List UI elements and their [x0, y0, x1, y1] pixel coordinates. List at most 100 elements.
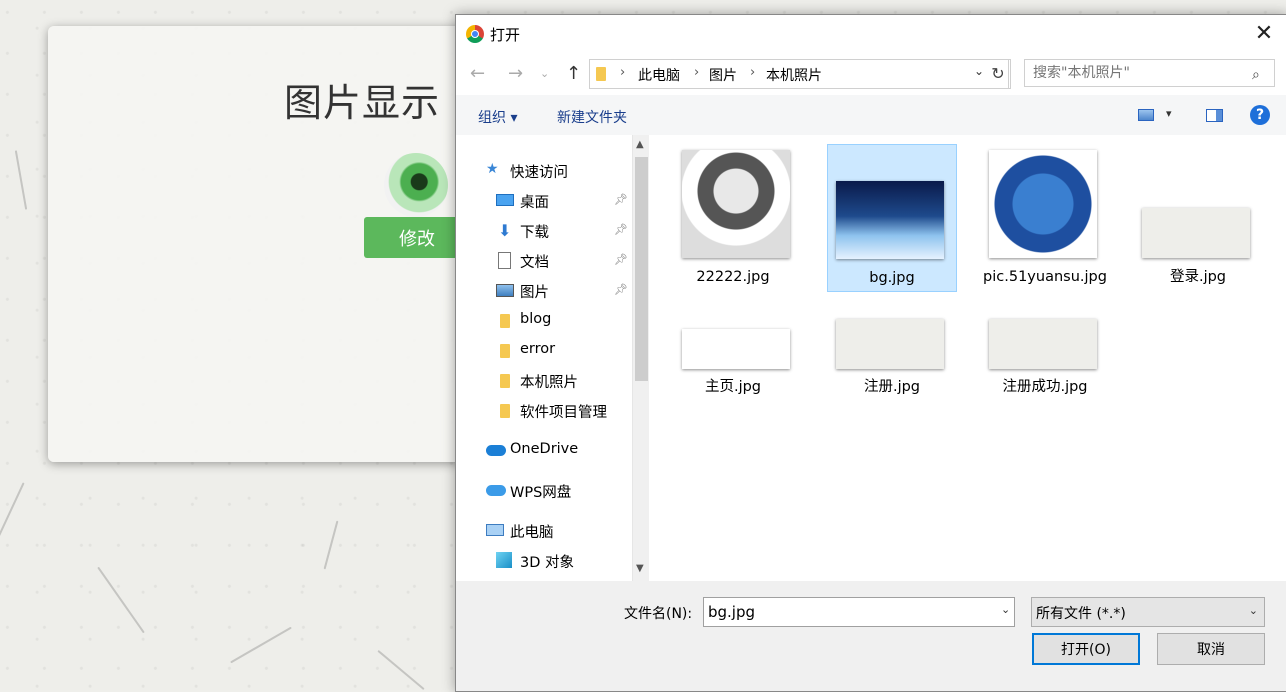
- breadcrumb-pictures[interactable]: 图片: [709, 65, 737, 85]
- file-item-bg[interactable]: bg.jpg: [827, 144, 957, 292]
- dialog-footer: 文件名(N): ⌄ 所有文件 (*.*) ⌄ 打开(O) 取消: [456, 581, 1286, 691]
- file-item-login[interactable]: 登录.jpg: [1133, 144, 1263, 292]
- help-icon[interactable]: ?: [1250, 105, 1270, 125]
- pin-icon: 📌︎: [614, 283, 628, 296]
- cancel-button[interactable]: 取消: [1157, 633, 1265, 665]
- folder-icon: [500, 374, 510, 388]
- file-item-home[interactable]: 主页.jpg: [668, 309, 798, 457]
- folder-icon: [500, 314, 510, 328]
- image-thumbnail: [836, 319, 944, 369]
- pin-icon: 📌︎: [614, 253, 628, 266]
- file-name: pic.51yuansu.jpg: [983, 269, 1107, 285]
- recent-dropdown-icon[interactable]: ⌄: [540, 67, 549, 80]
- nav-item-label: 图片: [520, 285, 549, 301]
- file-name: 主页.jpg: [704, 379, 762, 395]
- image-thumbnail: [836, 181, 944, 259]
- breadcrumb-local-photos[interactable]: 本机照片: [766, 65, 822, 85]
- file-name: 注册成功.jpg: [1002, 379, 1088, 395]
- preview-pane-icon[interactable]: [1206, 109, 1223, 122]
- nav-item-label: 桌面: [520, 195, 549, 211]
- nav-item-label: blog: [520, 311, 552, 327]
- cloud-icon: [486, 445, 506, 456]
- folder-icon: [500, 404, 510, 418]
- navigation-bar: ← → ⌄ ↑ › 此电脑 › 图片 › 本机照片 ⌄ ↻ ⌕: [456, 53, 1286, 95]
- cloud-icon: [486, 485, 506, 496]
- avatar: [384, 153, 448, 217]
- nav-item-documents[interactable]: 文档 📌︎: [496, 251, 634, 273]
- chevron-right-icon: ›: [620, 65, 626, 80]
- back-arrow-icon[interactable]: ←: [470, 63, 485, 84]
- nav-item-label: 软件项目管理: [520, 405, 607, 421]
- chrome-icon: [466, 25, 484, 43]
- filetype-value: 所有文件 (*.*): [1036, 606, 1126, 622]
- image-thumbnail: [1142, 208, 1250, 258]
- chevron-down-icon[interactable]: ⌄: [974, 64, 984, 78]
- cube-icon: [496, 552, 512, 568]
- file-name: 22222.jpg: [696, 269, 770, 285]
- breadcrumb-this-pc[interactable]: 此电脑: [638, 65, 680, 85]
- computer-icon: [486, 524, 504, 536]
- file-item-register[interactable]: 注册.jpg: [827, 309, 957, 457]
- nav-item-label: WPS网盘: [510, 485, 572, 501]
- scroll-thumb[interactable]: [635, 157, 648, 381]
- pin-icon: 📌︎: [614, 193, 628, 206]
- file-item-22222[interactable]: 22222.jpg: [668, 144, 798, 292]
- nav-item-label: 本机照片: [520, 375, 578, 391]
- image-thumbnail: [989, 150, 1097, 258]
- scroll-up-icon[interactable]: ▲: [636, 139, 644, 150]
- image-thumbnail: [989, 319, 1097, 369]
- star-icon: ★: [486, 161, 499, 177]
- folder-icon: [500, 344, 510, 358]
- file-open-dialog: 打开 ✕ ← → ⌄ ↑ › 此电脑 › 图片 › 本机照片 ⌄ ↻ ⌕ 组织 …: [455, 14, 1286, 692]
- chevron-down-icon: ⌄: [1248, 604, 1258, 617]
- address-bar[interactable]: › 此电脑 › 图片 › 本机照片 ⌄: [589, 59, 1011, 89]
- chevron-right-icon: ›: [750, 65, 756, 80]
- nav-item-label: 下载: [520, 225, 549, 241]
- forward-arrow-icon[interactable]: →: [508, 63, 523, 84]
- close-icon[interactable]: ✕: [1249, 19, 1279, 49]
- download-icon: ⬇: [498, 221, 512, 240]
- chevron-right-icon: ›: [694, 65, 700, 80]
- dialog-titlebar: 打开 ✕: [456, 15, 1286, 53]
- file-item-register-success[interactable]: 注册成功.jpg: [980, 309, 1110, 457]
- filetype-select[interactable]: 所有文件 (*.*) ⌄: [1031, 597, 1265, 627]
- desktop-icon: [496, 194, 514, 206]
- view-dropdown-icon[interactable]: ▾: [1166, 107, 1172, 120]
- navigation-pane: ★ 快速访问 桌面 📌︎ ⬇ 下载 📌︎ 文档 📌︎ 图片 📌︎ blog er…: [456, 135, 634, 581]
- file-name: bg.jpg: [869, 270, 915, 286]
- nav-item-label: 快速访问: [510, 165, 568, 181]
- nav-item-label: 3D 对象: [520, 555, 574, 571]
- nav-item-label: 文档: [520, 255, 549, 271]
- file-name: 登录.jpg: [1169, 269, 1227, 285]
- folder-icon: [596, 67, 606, 81]
- nav-item-label: error: [520, 341, 556, 357]
- chevron-down-icon[interactable]: ⌄: [1001, 603, 1010, 616]
- up-arrow-icon[interactable]: ↑: [566, 63, 581, 84]
- search-input[interactable]: [1024, 59, 1275, 87]
- nav-item-downloads[interactable]: ⬇ 下载 📌︎: [496, 221, 634, 243]
- image-thumbnail: [682, 150, 790, 258]
- file-grid: 22222.jpg bg.jpg pic.51yuansu.jpg 登录.jpg…: [649, 135, 1286, 581]
- file-name: 注册.jpg: [863, 379, 921, 395]
- nav-scrollbar[interactable]: ▲ ▼: [632, 135, 650, 581]
- scroll-down-icon[interactable]: ▼: [636, 563, 644, 574]
- nav-item-pictures[interactable]: 图片 📌︎: [496, 281, 634, 303]
- search-icon: ⌕: [1252, 67, 1260, 83]
- image-display-card: 图片显示 修改: [48, 26, 470, 462]
- nav-item-desktop[interactable]: 桌面 📌︎: [496, 191, 634, 213]
- pictures-icon: [496, 284, 514, 297]
- page-title: 图片显示: [284, 81, 441, 125]
- pin-icon: 📌︎: [614, 223, 628, 236]
- dialog-toolbar: 组织 ▾ 新建文件夹 ▾ ?: [456, 95, 1286, 135]
- filename-input[interactable]: [703, 597, 1015, 627]
- nav-item-label: 此电脑: [510, 525, 554, 541]
- open-button[interactable]: 打开(O): [1032, 633, 1140, 665]
- file-item-pic51yuansu[interactable]: pic.51yuansu.jpg: [980, 144, 1110, 292]
- organize-menu[interactable]: 组织 ▾: [478, 107, 517, 127]
- view-mode-icon[interactable]: [1138, 109, 1154, 121]
- document-icon: [498, 252, 511, 269]
- nav-item-label: OneDrive: [510, 441, 579, 457]
- refresh-icon[interactable]: ↻: [988, 59, 1009, 89]
- new-folder-button[interactable]: 新建文件夹: [557, 107, 627, 127]
- filename-label: 文件名(N):: [624, 606, 693, 622]
